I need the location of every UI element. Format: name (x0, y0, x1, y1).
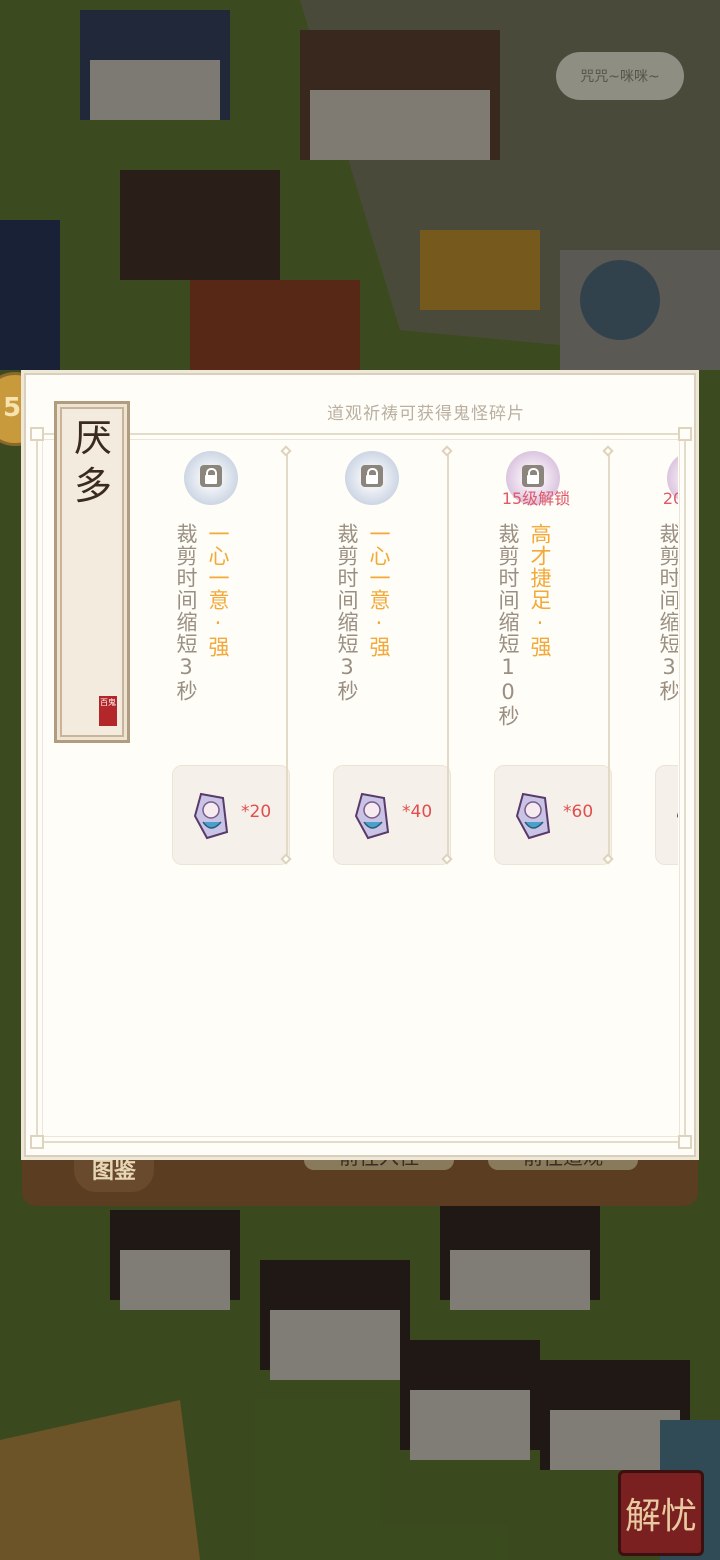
ghost-name-scroll: 厌多 百鬼 (54, 401, 130, 743)
ghost-fragment-icon (515, 792, 551, 840)
ghost-fragment-icon (676, 812, 678, 819)
skill-name: 一心一意·强 (206, 523, 230, 658)
skill-description: 裁剪时间缩短3秒 (335, 523, 359, 702)
ghost-fragment-icon (193, 792, 229, 840)
fragment-reward: *60 (494, 765, 612, 865)
skill-name: 高才捷足·强 (528, 523, 552, 658)
fragment-count: *40 (402, 802, 433, 822)
skill-cards-row[interactable]: 裁剪时间缩短3秒 一心一意·强 *20 裁剪时间缩短3秒 一心一意·强 *40 … (144, 435, 678, 875)
speech-bubble: 咒咒~咪咪~ (556, 52, 684, 100)
skill-card[interactable]: 裁剪时间缩短3秒 一心一意·强 *40 (305, 435, 466, 875)
frame-corner-ornament (678, 427, 692, 441)
frame-corner-ornament (30, 427, 44, 441)
fragment-reward (655, 765, 678, 865)
card-divider (447, 455, 449, 855)
ghost-name-title: 厌多 (73, 416, 112, 508)
unlock-level-label: 20级解锁 (662, 489, 678, 508)
fragment-count: *60 (563, 802, 594, 822)
fragment-reward: *20 (172, 765, 290, 865)
red-seal-stamp: 百鬼 (99, 696, 117, 726)
frame-corner-ornament (678, 1135, 692, 1149)
modal-subtitle: 道观祈祷可获得鬼怪碎片 (327, 404, 525, 424)
skill-card[interactable]: 裁剪时间缩短3秒 一心一意·强 *20 (144, 435, 305, 875)
card-divider (286, 455, 288, 855)
side-event-label: 5 (3, 393, 22, 423)
ghost-fragment-icon (354, 792, 390, 840)
unlock-level-label: 15级解锁 (501, 489, 571, 508)
skill-description: 裁剪时间缩短3秒 (657, 523, 678, 702)
fragment-reward: *40 (333, 765, 451, 865)
card-divider (608, 455, 610, 855)
skill-description: 裁剪时间缩短10秒 (496, 523, 520, 727)
lock-icon (184, 451, 238, 505)
lock-icon (345, 451, 399, 505)
fragment-count: *20 (241, 802, 272, 822)
skill-card[interactable]: 15级解锁 裁剪时间缩短10秒 高才捷足·强 *60 (466, 435, 627, 875)
frame-corner-ornament (30, 1135, 44, 1149)
skill-name: 一心一意·强 (367, 523, 391, 658)
skill-description: 裁剪时间缩短3秒 (174, 523, 198, 702)
jieyou-seal-button[interactable]: 解忧 (618, 1470, 704, 1556)
ghost-detail-modal: 道观祈祷可获得鬼怪碎片 厌多 百鬼 裁剪时间缩短3秒 一心一意·强 *20 裁剪… (24, 373, 696, 1157)
skill-card[interactable]: 20级解锁 裁剪时间缩短3秒 (627, 435, 678, 875)
